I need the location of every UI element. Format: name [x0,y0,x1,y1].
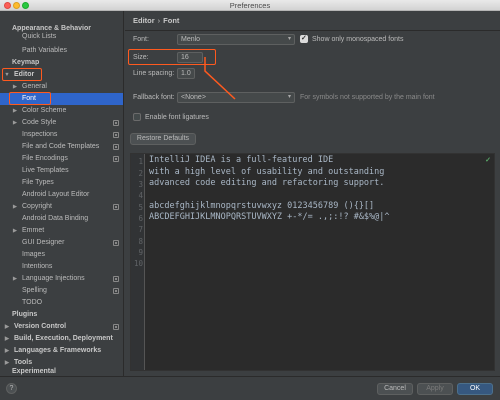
sidebar-item-label: Languages & Frameworks [14,347,102,354]
project-settings-icon [113,156,119,162]
window-title: Preferences [229,1,271,10]
sidebar-item-label: TODO [22,299,43,306]
sidebar-item-label: Inspections [22,131,58,138]
sidebar-item-code-style[interactable]: ▶ Code Style [0,117,123,129]
sidebar-item-build-execution-deployment[interactable]: ▶ Build, Execution, Deployment [0,333,123,345]
sidebar-item-android-layout-editor[interactable]: Android Layout Editor [0,189,123,201]
font-preview-editor[interactable]: 1 2 3 4 5 6 7 8 9 10 IntelliJ IDEA is a … [130,153,495,371]
ok-button[interactable]: OK [457,383,493,395]
line-number: 4 [138,191,143,200]
sidebar-item-label: Color Scheme [22,107,67,114]
font-highlight-box [9,92,51,105]
sidebar-item-label: Images [22,251,45,258]
line-number: 6 [138,214,143,223]
sidebar-item-todo[interactable]: TODO [0,297,123,309]
help-button[interactable]: ? [6,383,17,394]
sidebar-item-language-injections[interactable]: ▶ Language Injections [0,273,123,285]
sidebar-item-file-types[interactable]: File Types [0,177,123,189]
project-settings-icon [113,324,119,330]
project-settings-icon [113,276,119,282]
chevron-right-icon[interactable]: ▶ [11,225,19,237]
chevron-right-icon[interactable]: ▶ [3,333,11,345]
sidebar-item-version-control[interactable]: ▶ Version Control [0,321,123,333]
line-number: 7 [138,225,143,234]
project-settings-icon [113,240,119,246]
line-number: 2 [138,169,143,178]
sidebar-item-label: Android Data Binding [22,215,89,222]
sidebar-item-label: GUI Designer [22,239,65,246]
annotation-arrow [204,57,236,100]
line-number: 10 [133,259,143,268]
sidebar-item-live-templates[interactable]: Live Templates [0,165,123,177]
sidebar-item-file-code-templates[interactable]: File and Code Templates [0,141,123,153]
sidebar-item-label: Language Injections [22,275,85,282]
line-number-gutter: 1 2 3 4 5 6 7 8 9 10 [131,154,145,370]
sidebar-item-inspections[interactable]: Inspections [0,129,123,141]
sidebar-item-copyright[interactable]: ▶ Copyright [0,201,123,213]
sidebar-item-label: Path Variables [22,47,68,54]
sidebar-item-label: Version Control [14,323,67,330]
sidebar-item-label: File and Code Templates [22,143,100,150]
chevron-right-icon[interactable]: ▶ [11,201,19,213]
sidebar-item-languages-frameworks[interactable]: ▶ Languages & Frameworks [0,345,123,357]
sidebar-item-images[interactable]: Images [0,249,123,261]
sidebar-item-label: Live Templates [22,167,69,174]
sidebar-item-color-scheme[interactable]: ▶ Color Scheme [0,105,123,117]
line-number: 3 [138,180,143,189]
sidebar-item-label: Experimental [12,368,56,375]
chevron-right-icon[interactable]: ▶ [11,105,19,117]
apply-button[interactable]: Apply [417,383,453,395]
preview-line: abcdefghijklmnopqrstuvwxyz 0123456789 ()… [149,201,375,211]
sidebar-item-label: Intentions [22,263,53,270]
sidebar-item-label: Emmet [22,227,45,234]
annotation-arrow-line [204,57,236,100]
sidebar-item-quick-lists[interactable]: Quick Lists [0,31,123,43]
preview-line: advanced code editing and refactoring su… [149,178,385,188]
project-settings-icon [113,132,119,138]
sidebar-item-label: Code Style [22,119,57,126]
line-number: 1 [138,157,143,166]
sidebar-item-label: File Encodings [22,155,68,162]
settings-sidebar: Appearance & Behavior Quick Lists Path V… [0,11,124,376]
sidebar-item-label: Spelling [22,287,47,294]
sidebar-item-label: File Types [22,179,54,186]
sidebar-item-intentions[interactable]: Intentions [0,261,123,273]
sidebar-item-gui-designer[interactable]: GUI Designer [0,237,123,249]
chevron-right-icon[interactable]: ▶ [11,117,19,129]
project-settings-icon [113,204,119,210]
sidebar-item-emmet[interactable]: ▶ Emmet [0,225,123,237]
sidebar-item-android-data-binding[interactable]: Android Data Binding [0,213,123,225]
sidebar-item-experimental[interactable]: Experimental [0,366,123,376]
sidebar-item-plugins[interactable]: Plugins [0,309,123,321]
preview-line: ABCDEFGHIJKLMNOPQRSTUVWXYZ +-*/= .,;:!? … [149,212,390,222]
font-settings-panel: Editor›Font Font: Menlo ▾ Show only mono… [125,11,500,376]
line-number: 9 [138,248,143,257]
title-bar: Preferences [0,0,500,11]
sidebar-item-label: Quick Lists [22,33,57,40]
chevron-right-icon[interactable]: ▶ [11,273,19,285]
sidebar-item-spelling[interactable]: Spelling [0,285,123,297]
sidebar-item-file-encodings[interactable]: File Encodings [0,153,123,165]
dialog-footer: ? Cancel Apply OK [0,376,500,400]
project-settings-icon [113,288,119,294]
chevron-right-icon[interactable]: ▶ [3,345,11,357]
inspection-ok-icon: ✓ [485,157,491,164]
editor-highlight-box [2,68,42,81]
cancel-button[interactable]: Cancel [377,383,413,395]
project-settings-icon [113,120,119,126]
sidebar-item-label: Android Layout Editor [22,191,90,198]
preview-line: IntelliJ IDEA is a full-featured IDE [149,155,334,165]
sidebar-item-label: Build, Execution, Deployment [14,335,113,342]
line-number: 5 [138,203,143,212]
sidebar-item-label: Copyright [22,203,52,210]
sidebar-item-path-variables[interactable]: Path Variables [0,45,123,57]
project-settings-icon [113,144,119,150]
sidebar-item-label: Plugins [12,311,38,318]
chevron-right-icon[interactable]: ▶ [3,321,11,333]
line-number: 8 [138,237,143,246]
preview-line: with a high level of usability and outst… [149,167,385,177]
